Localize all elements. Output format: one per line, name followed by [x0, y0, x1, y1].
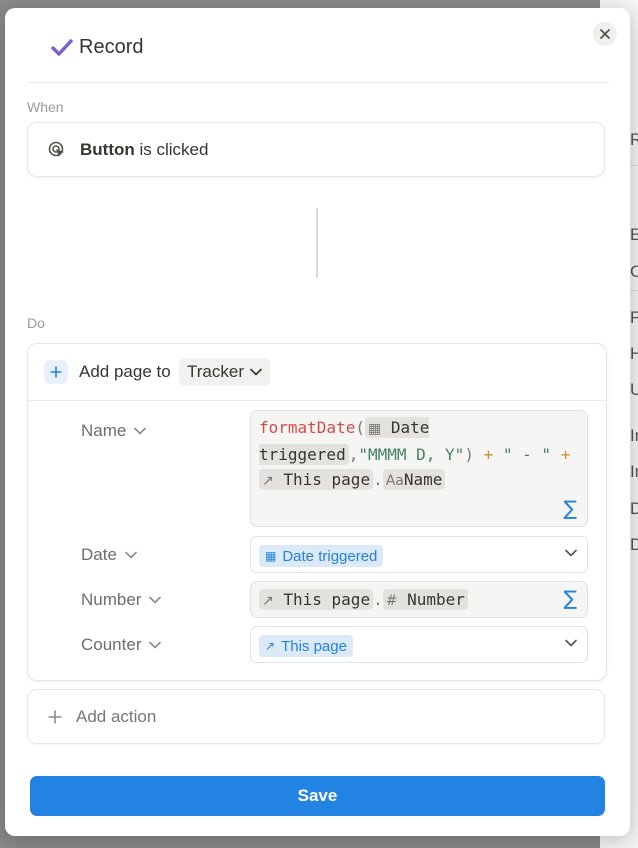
property-label-text: Counter [81, 635, 142, 654]
chevron-down-icon [149, 596, 162, 604]
checkmark-icon [51, 38, 73, 56]
property-label-text: Date [81, 545, 117, 564]
formula-operator: + [560, 445, 571, 464]
database-name: Tracker [187, 362, 244, 381]
number-formula-field[interactable]: ↗ This page. # Number ∑ [250, 581, 588, 618]
modal-title[interactable]: Record [79, 36, 143, 59]
text-property-icon: Aa [385, 473, 404, 489]
formula-dot: . [373, 470, 383, 489]
background-text: F [630, 308, 638, 327]
trigger-text: Button is clicked [80, 140, 208, 160]
background-text: H [630, 344, 638, 363]
token-text: This page [283, 470, 371, 489]
formula-code: formatDate(▦ Date triggered ,"MMMM D, Y") … [251, 411, 587, 494]
formula-operator: + [483, 445, 494, 464]
background-text: D [630, 535, 638, 554]
token-text: Name [403, 470, 443, 489]
plus-icon [50, 366, 62, 378]
background-text: D [630, 499, 638, 518]
database-select[interactable]: Tracker [179, 358, 270, 386]
property-number-label[interactable]: Number [81, 590, 162, 610]
property-name-label[interactable]: Name [81, 421, 147, 441]
chevron-down-icon [250, 368, 262, 376]
calendar-icon: ▦ [265, 549, 277, 563]
arrow-up-right-icon: ↗ [262, 473, 274, 489]
formula-token-this-page: ↗ This page [259, 469, 374, 490]
chevron-down-icon [134, 427, 147, 435]
add-action-label: Add action [76, 706, 157, 726]
click-icon [48, 141, 64, 157]
formula-paren: ) [464, 445, 474, 464]
when-label: When [27, 99, 64, 115]
pill-text: This page [281, 637, 347, 655]
do-label: Do [27, 315, 45, 331]
date-select-field[interactable]: ▦ Date triggered [250, 536, 588, 573]
formula-comma: , [348, 445, 359, 464]
add-action-button[interactable]: Add action [27, 689, 605, 744]
trigger-card[interactable]: Button is clicked [27, 122, 605, 177]
formula-string: "MMMM D, Y" [358, 445, 465, 464]
close-button[interactable] [593, 22, 617, 46]
name-formula-field[interactable]: formatDate(▦ Date triggered ,"MMMM D, Y") … [250, 410, 588, 527]
formula-string: " - " [502, 445, 552, 464]
modal-header: Record [51, 36, 143, 59]
background-text: C [630, 262, 638, 281]
pill-text: Date triggered [282, 547, 378, 565]
counter-value-pill: ↗ This page [259, 635, 353, 657]
token-text: Number [407, 590, 465, 609]
formula-token-this-page: ↗ This page [259, 589, 374, 610]
token-text: This page [283, 590, 371, 609]
action-card: Add page to Tracker Name formatDate(▦ Da… [27, 343, 607, 681]
background-text: E [630, 225, 638, 244]
chevron-down-icon [149, 641, 162, 649]
chevron-down-icon [565, 639, 577, 647]
close-icon [600, 29, 610, 39]
property-date-label[interactable]: Date [81, 545, 137, 565]
number-property-icon: # [385, 593, 398, 609]
calendar-icon: ▦ [367, 421, 382, 437]
flow-connector [316, 208, 318, 278]
background-text: R [630, 130, 638, 149]
save-button[interactable]: Save [30, 776, 605, 816]
background-text: In [630, 426, 638, 445]
formula-sigma-icon[interactable]: ∑ [564, 496, 577, 520]
formula-paren: ( [355, 418, 365, 437]
header-divider [27, 82, 609, 83]
formula-dot: . [373, 590, 383, 609]
background-text: In [630, 462, 638, 481]
formula-sigma-icon[interactable]: ∑ [564, 586, 577, 610]
chevron-down-icon [125, 551, 137, 559]
action-header: Add page to Tracker [28, 344, 606, 401]
trigger-bold: Button [80, 139, 135, 159]
trigger-rest: is clicked [139, 139, 209, 159]
formula-code: ↗ This page. # Number [251, 582, 587, 614]
plus-icon [48, 710, 62, 723]
background-text: U [630, 380, 638, 399]
add-page-icon-box [44, 360, 68, 384]
automation-modal: Record When Button is clicked Do Add pag… [5, 8, 630, 836]
formula-function: formatDate [259, 418, 356, 437]
arrow-up-right-icon: ↗ [262, 593, 274, 609]
action-title: Add page to [79, 362, 171, 381]
property-counter-label[interactable]: Counter [81, 635, 162, 655]
chevron-down-icon [565, 549, 577, 557]
date-value-pill: ▦ Date triggered [259, 545, 384, 567]
formula-token-number: # Number [382, 589, 468, 610]
arrow-up-right-icon: ↗ [265, 639, 276, 653]
formula-token-name: AaName [382, 469, 446, 490]
counter-select-field[interactable]: ↗ This page [250, 626, 588, 663]
token-text: triggered [259, 445, 346, 464]
property-label-text: Name [81, 421, 127, 440]
token-text: Date [390, 418, 430, 437]
property-label-text: Number [81, 590, 142, 609]
